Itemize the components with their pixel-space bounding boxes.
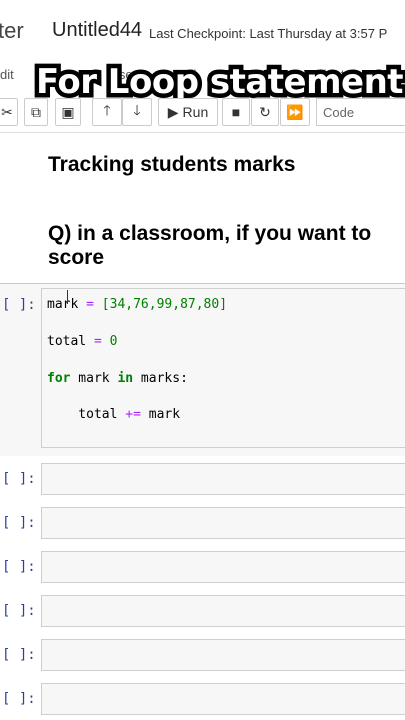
code-line-2: total = 0	[47, 334, 118, 349]
cut-button[interactable]: ✂	[0, 98, 18, 126]
paste-icon: ▣	[61, 103, 75, 120]
arrow-up-icon: 🡑	[103, 102, 111, 118]
notebook-toolbar: ✂ ⧉ ▣ 🡑 🡓 ▶ Run ■ ↻ ⏩ Code	[0, 98, 405, 128]
play-icon: ▶	[167, 103, 179, 120]
copy-button[interactable]: ⧉	[24, 98, 48, 126]
stop-icon: ■	[231, 104, 241, 120]
arrow-down-icon: 🡓	[133, 102, 141, 118]
menu-edit[interactable]: dit	[0, 67, 14, 82]
code-cell-editor[interactable]	[41, 288, 405, 448]
code-line-3: for mark in marks:	[47, 371, 188, 386]
restart-button[interactable]: ↻	[251, 98, 279, 126]
copy-icon: ⧉	[31, 103, 41, 120]
run-button[interactable]: ▶ Run	[158, 98, 218, 126]
markdown-question: Q) in a classroom, if you want to score	[48, 222, 405, 270]
empty-code-cell[interactable]	[41, 683, 405, 715]
question-line-1: Q) in a classroom, if you want to	[48, 222, 372, 245]
checkpoint-status: Last Checkpoint: Last Thursday at 3:57 P	[149, 26, 388, 41]
empty-code-cell[interactable]	[41, 463, 405, 495]
toolbar-divider	[0, 132, 405, 133]
jupyter-logo[interactable]: ter	[0, 18, 24, 44]
interrupt-button[interactable]: ■	[222, 98, 250, 126]
empty-code-cell[interactable]	[41, 507, 405, 539]
paste-button[interactable]: ▣	[55, 98, 81, 126]
scissors-icon: ✂	[1, 103, 13, 120]
empty-cell-prompt: [ ]:	[2, 559, 36, 575]
move-down-button[interactable]: 🡓	[122, 98, 152, 126]
run-label: Run	[182, 104, 209, 120]
empty-cell-prompt: [ ]:	[2, 603, 36, 619]
text-cursor	[67, 290, 68, 304]
empty-code-cell[interactable]	[41, 595, 405, 627]
empty-code-cell[interactable]	[41, 639, 405, 671]
question-line-2: score	[48, 246, 105, 269]
cell-type-select[interactable]: Code	[316, 98, 405, 126]
code-line-1: mark = [34,76,99,87,80]	[47, 297, 228, 312]
notebook-title[interactable]: Untitled44	[52, 19, 142, 42]
notebook-header: ter Untitled44 Last Checkpoint: Last Thu…	[0, 0, 405, 62]
refresh-icon: ↻	[259, 103, 271, 120]
video-caption-overlay: For Loop statement	[31, 58, 405, 107]
cell-prompt: [ ]:	[2, 297, 36, 313]
move-up-button[interactable]: 🡑	[92, 98, 122, 126]
empty-cell-prompt: [ ]:	[2, 647, 36, 663]
markdown-heading: Tracking students marks	[48, 153, 296, 176]
empty-cell-prompt: [ ]:	[2, 471, 36, 487]
empty-cell-prompt: [ ]:	[2, 691, 36, 707]
restart-run-all-button[interactable]: ⏩	[280, 98, 310, 126]
empty-code-cell[interactable]	[41, 551, 405, 583]
fast-forward-icon: ⏩	[286, 103, 304, 120]
code-line-4: total += mark	[47, 407, 181, 422]
empty-cell-prompt: [ ]:	[2, 515, 36, 531]
